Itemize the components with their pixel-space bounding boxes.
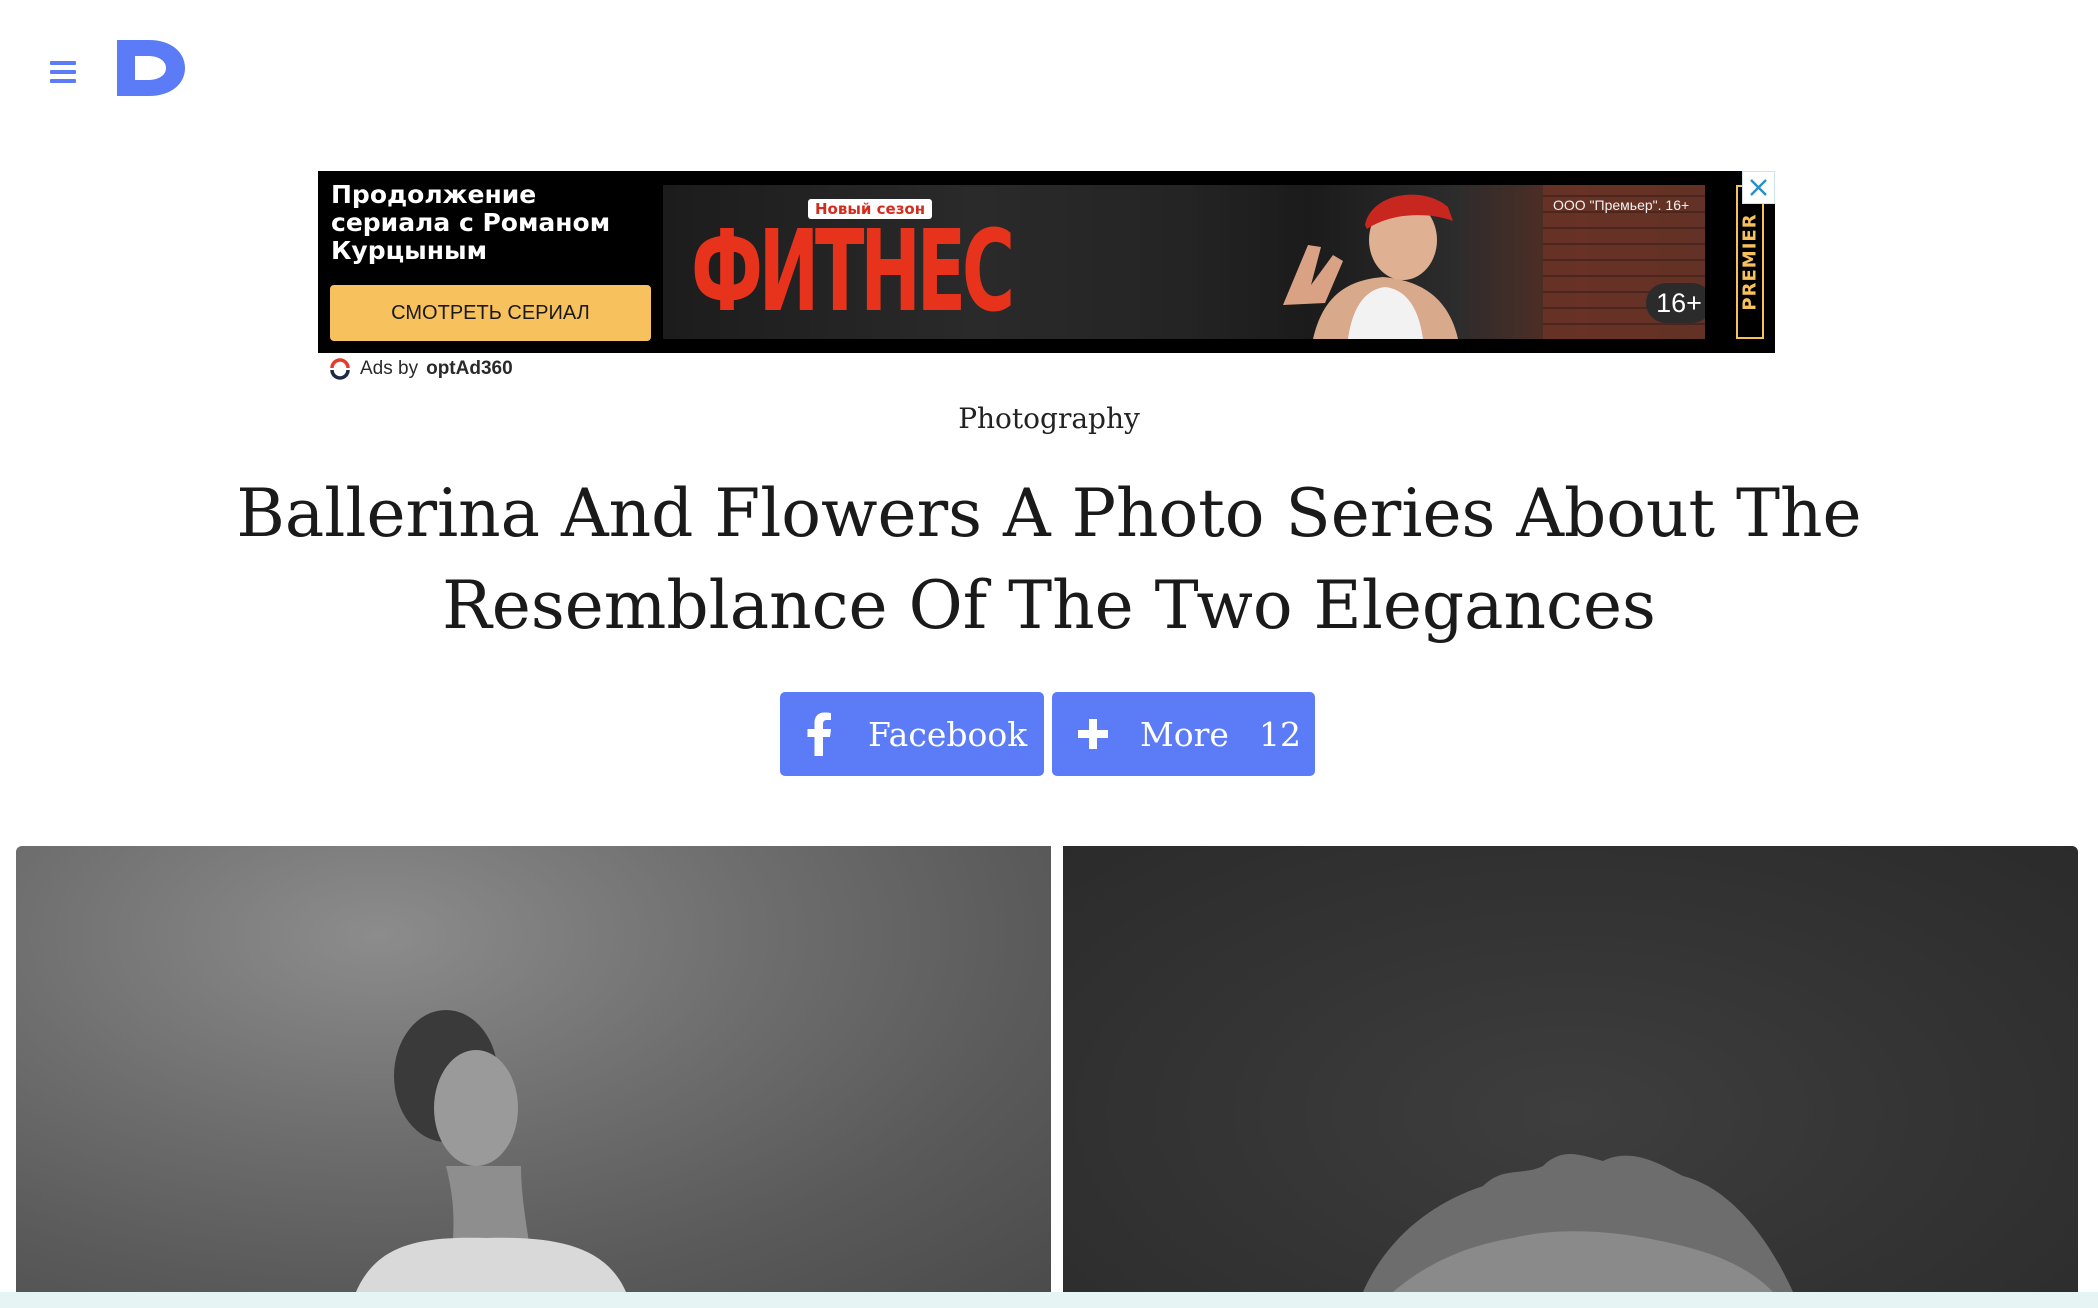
ad-visual[interactable]: ФИТНЕС Новый сезон ООО "Премьер". 16+ 16… (663, 185, 1705, 339)
ad-provider-prefix: Ads by (360, 358, 419, 379)
flower-bouquet (1363, 1154, 1793, 1292)
bottom-strip (0, 1292, 2098, 1308)
ad-premier-label: PREMIER (1739, 213, 1761, 311)
article-category[interactable]: Photography (0, 402, 2098, 435)
site-header (0, 0, 2098, 150)
site-logo[interactable] (115, 38, 187, 98)
ad-new-season-badge: Новый сезон (808, 199, 933, 219)
ad-actor-image (1283, 194, 1458, 339)
ballerina-photo (16, 846, 1051, 1292)
flowers-photo (1063, 846, 2078, 1292)
ad-premier-logo: PREMIER (1736, 185, 1764, 339)
hamburger-menu-icon[interactable] (48, 60, 80, 84)
ad-brand-title: ФИТНЕС (691, 207, 1015, 337)
logo-d-icon (117, 40, 185, 96)
plus-icon (1078, 719, 1108, 749)
optad-logo-icon (330, 358, 350, 380)
share-bar: Facebook More 12 (780, 692, 1315, 776)
article-title: Ballerina And Flowers A Photo Series Abo… (236, 475, 1862, 644)
ad-close-button[interactable] (1742, 171, 1775, 204)
ad-age-rating: 16+ (1646, 283, 1705, 323)
ad-legal-text: ООО "Премьер". 16+ (1553, 197, 1690, 213)
more-share-button[interactable]: More 12 (1052, 692, 1315, 776)
ad-headline: Продолжение сериала с Романом Курцыным (331, 180, 611, 265)
facebook-share-label: Facebook (868, 714, 1028, 754)
ballerina-figure (356, 1010, 626, 1292)
ad-attribution[interactable]: Ads by optAd360 (328, 356, 513, 382)
article-hero-image[interactable] (16, 846, 2078, 1292)
ad-text-panel: Продолжение сериала с Романом Курцыным С… (318, 171, 658, 353)
facebook-icon (807, 712, 831, 756)
share-count: 12 (1258, 714, 1301, 754)
advertisement-banner[interactable]: Продолжение сериала с Романом Курцыным С… (318, 171, 1775, 353)
facebook-share-button[interactable]: Facebook (780, 692, 1044, 776)
ad-provider-name: optAd360 (426, 358, 513, 379)
more-share-label: More (1140, 714, 1229, 754)
ad-watch-series-button[interactable]: СМОТРЕТЬ СЕРИАЛ (330, 285, 651, 341)
close-icon (1750, 179, 1767, 196)
